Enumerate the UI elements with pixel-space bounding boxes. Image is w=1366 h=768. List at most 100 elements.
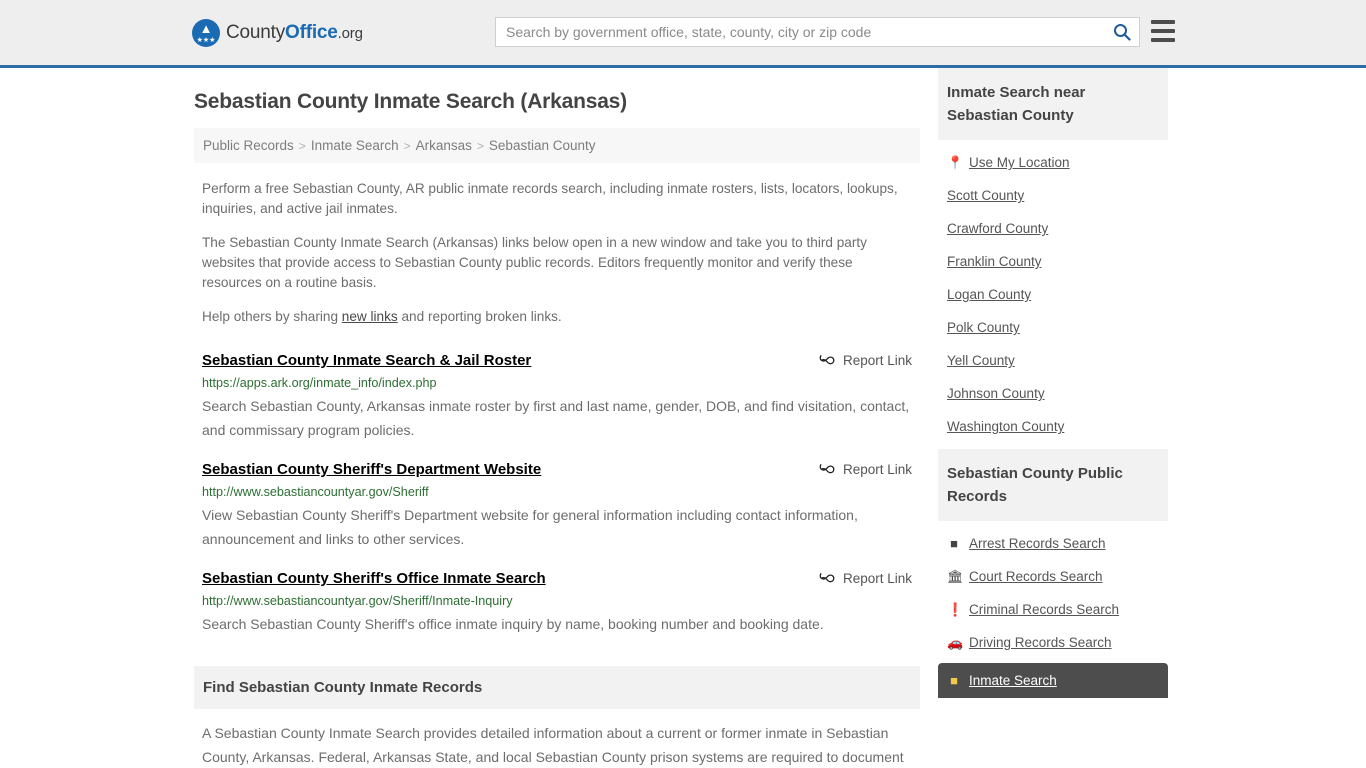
result-description: Search Sebastian County Sheriff's office… xyxy=(202,616,824,632)
sidebar: Inmate Search near Sebastian County 📍 Us… xyxy=(938,68,1168,768)
result-title-link[interactable]: Sebastian County Inmate Search & Jail Ro… xyxy=(202,351,531,371)
result-item: Sebastian County Inmate Search & Jail Ro… xyxy=(194,341,920,446)
sidebar-near-heading: Inmate Search near Sebastian County xyxy=(938,68,1168,140)
sidebar-link-label[interactable]: Johnson County xyxy=(947,386,1045,401)
sidebar-records-heading: Sebastian County Public Records xyxy=(938,449,1168,521)
unlink-icon xyxy=(819,352,835,368)
find-records-heading: Find Sebastian County Inmate Records xyxy=(194,666,920,709)
sidebar-link-label[interactable]: Court Records Search xyxy=(969,569,1103,584)
exclamation-icon: ❗ xyxy=(947,601,964,617)
sidebar-link-label[interactable]: Arrest Records Search xyxy=(969,536,1106,551)
breadcrumb-separator: > xyxy=(403,139,411,153)
fingerprint-icon: ■ xyxy=(950,535,958,551)
main-content: Sebastian County Inmate Search (Arkansas… xyxy=(194,68,920,768)
sidebar-link-label[interactable]: Yell County xyxy=(947,353,1015,368)
intro-text: Perform a free Sebastian County, AR publ… xyxy=(194,179,920,327)
sidebar-link-label[interactable]: Logan County xyxy=(947,287,1031,302)
inmate-badge-icon: ■ xyxy=(950,672,958,688)
hamburger-bar-2 xyxy=(1151,29,1175,33)
sidebar-item-logan-county[interactable]: Logan County xyxy=(938,278,1168,311)
intro-paragraph-1: Perform a free Sebastian County, AR publ… xyxy=(202,181,898,216)
sidebar-near-list: 📍 Use My Location Scott County Crawford … xyxy=(938,140,1168,443)
courthouse-icon: 🏛 xyxy=(947,568,964,584)
report-link-label: Report Link xyxy=(842,461,912,477)
page-body: Sebastian County Inmate Search (Arkansas… xyxy=(0,68,1366,768)
stars-glyph: ★★★ xyxy=(196,36,216,44)
site-logo[interactable]: ▲ ★★★ CountyOffice.org xyxy=(192,18,363,47)
hamburger-bar-1 xyxy=(1151,20,1175,24)
sidebar-item-johnson-county[interactable]: Johnson County xyxy=(938,377,1168,410)
car-icon: 🚗 xyxy=(947,634,964,650)
intro-p3-before: Help others by sharing xyxy=(202,309,342,324)
sidebar-link-label[interactable]: Scott County xyxy=(947,188,1024,203)
map-pin-icon: 📍 xyxy=(947,154,964,170)
unlink-icon xyxy=(819,461,835,477)
result-item: Sebastian County Sheriff's Office Inmate… xyxy=(194,559,920,640)
page-title: Sebastian County Inmate Search (Arkansas… xyxy=(194,90,627,113)
logo-text-office: Office xyxy=(285,21,338,43)
result-url: https://apps.ark.org/inmate_info/index.p… xyxy=(202,376,437,390)
breadcrumb-item-inmate-search[interactable]: Inmate Search xyxy=(311,138,399,153)
sidebar-link-label[interactable]: Washington County xyxy=(947,419,1064,434)
site-header: ▲ ★★★ CountyOffice.org xyxy=(0,0,1366,68)
result-item: Sebastian County Sheriff's Department We… xyxy=(194,450,920,555)
result-title-link[interactable]: Sebastian County Sheriff's Office Inmate… xyxy=(202,569,546,589)
sidebar-item-criminal-records[interactable]: ❗ Criminal Records Search xyxy=(938,593,1168,626)
sidebar-item-court-records[interactable]: 🏛 Court Records Search xyxy=(938,560,1168,593)
logo-text-county: County xyxy=(226,21,286,43)
sidebar-link-label[interactable]: Use My Location xyxy=(969,155,1070,170)
result-title-link[interactable]: Sebastian County Sheriff's Department We… xyxy=(202,460,541,480)
sidebar-link-label[interactable]: Driving Records Search xyxy=(969,635,1112,650)
search-input[interactable] xyxy=(496,18,1105,46)
sidebar-near-box: Inmate Search near Sebastian County 📍 Us… xyxy=(938,68,1168,443)
logo-text: CountyOffice.org xyxy=(226,22,363,44)
report-link-button[interactable]: Report Link xyxy=(819,569,912,586)
intro-paragraph-2: The Sebastian County Inmate Search (Arka… xyxy=(202,235,867,290)
eagle-seal-icon: ▲ ★★★ xyxy=(192,18,220,47)
sidebar-item-scott-county[interactable]: Scott County xyxy=(938,179,1168,212)
logo-text-org: .org xyxy=(337,24,363,42)
breadcrumb: Public Records > Inmate Search > Arkansas > Se… xyxy=(194,128,920,163)
result-url: http://www.sebastiancountyar.gov/Sheriff… xyxy=(202,594,513,608)
intro-p3-after: and reporting broken links. xyxy=(397,309,562,324)
sidebar-item-use-my-location[interactable]: 📍 Use My Location xyxy=(938,146,1168,179)
sidebar-item-arrest-records[interactable]: ■ Arrest Records Search xyxy=(938,527,1168,560)
breadcrumb-item-sebastian-county[interactable]: Sebastian County xyxy=(489,138,596,153)
report-link-button[interactable]: Report Link xyxy=(819,351,912,368)
sidebar-link-label[interactable]: Crawford County xyxy=(947,221,1048,236)
breadcrumb-item-public-records[interactable]: Public Records xyxy=(203,138,294,153)
result-description: Search Sebastian County, Arkansas inmate… xyxy=(202,398,910,438)
sidebar-item-franklin-county[interactable]: Franklin County xyxy=(938,245,1168,278)
eagle-glyph: ▲ xyxy=(199,20,213,36)
sidebar-item-driving-records[interactable]: 🚗 Driving Records Search xyxy=(938,626,1168,659)
result-url: http://www.sebastiancountyar.gov/Sheriff xyxy=(202,485,429,499)
search-button[interactable] xyxy=(1105,18,1139,46)
hamburger-bar-3 xyxy=(1151,38,1175,42)
report-link-button[interactable]: Report Link xyxy=(819,460,912,477)
sidebar-item-yell-county[interactable]: Yell County xyxy=(938,344,1168,377)
breadcrumb-separator: > xyxy=(298,139,306,153)
sidebar-records-box: Sebastian County Public Records ■ Arrest… xyxy=(938,449,1168,698)
sidebar-item-polk-county[interactable]: Polk County xyxy=(938,311,1168,344)
search-icon xyxy=(1114,24,1131,41)
breadcrumb-item-arkansas[interactable]: Arkansas xyxy=(416,138,472,153)
hamburger-menu-icon[interactable] xyxy=(1151,20,1175,42)
find-records-paragraph: A Sebastian County Inmate Search provide… xyxy=(202,725,904,765)
unlink-icon xyxy=(819,570,835,586)
report-link-label: Report Link xyxy=(842,570,912,586)
sidebar-link-label[interactable]: Inmate Search xyxy=(969,673,1057,688)
search-bar[interactable] xyxy=(495,17,1140,47)
new-links-link[interactable]: new links xyxy=(342,309,398,324)
intro-paragraph-3: Help others by sharing new links and rep… xyxy=(194,307,920,327)
sidebar-records-list: ■ Arrest Records Search 🏛 Court Records … xyxy=(938,521,1168,698)
sidebar-item-washington-county[interactable]: Washington County xyxy=(938,410,1168,443)
sidebar-link-label[interactable]: Polk County xyxy=(947,320,1020,335)
sidebar-item-crawford-county[interactable]: Crawford County xyxy=(938,212,1168,245)
sidebar-item-inmate-search[interactable]: ■ Inmate Search xyxy=(938,663,1168,698)
report-link-label: Report Link xyxy=(842,352,912,368)
breadcrumb-separator: > xyxy=(476,139,484,153)
find-records-body: A Sebastian County Inmate Search provide… xyxy=(194,721,920,768)
sidebar-link-label[interactable]: Criminal Records Search xyxy=(969,602,1119,617)
sidebar-link-label[interactable]: Franklin County xyxy=(947,254,1042,269)
result-description: View Sebastian County Sheriff's Departme… xyxy=(202,507,858,547)
